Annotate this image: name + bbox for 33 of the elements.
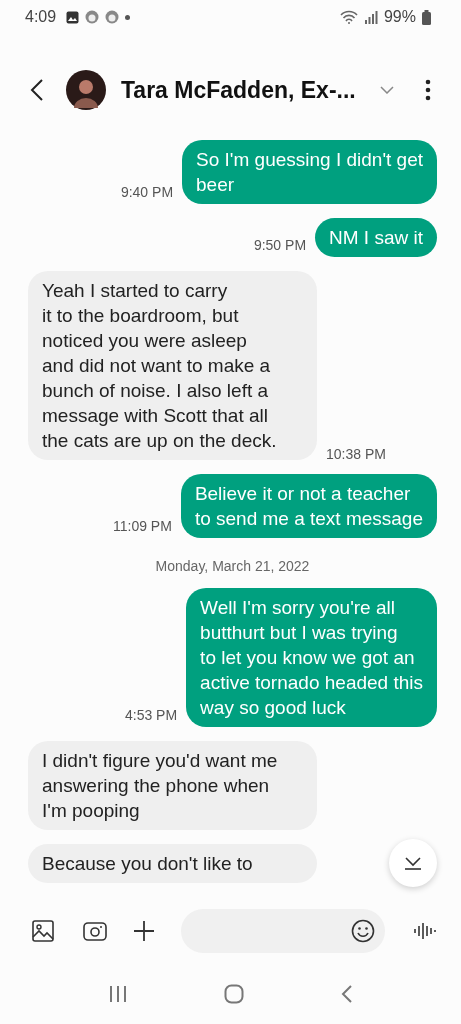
- message-time: 10:38 PM: [326, 446, 386, 464]
- message-input[interactable]: [181, 909, 385, 953]
- emoji-icon[interactable]: [351, 919, 375, 943]
- signal-icon: [363, 10, 378, 24]
- battery-icon: [422, 9, 431, 25]
- status-time: 4:09: [25, 8, 57, 26]
- notification-icon: [85, 10, 100, 24]
- message-time: 11:09 PM: [113, 518, 172, 536]
- more-icon[interactable]: [425, 79, 431, 101]
- back-icon[interactable]: [30, 78, 44, 102]
- battery-level: 99%: [383, 8, 416, 26]
- wifi-icon: [339, 10, 358, 24]
- plus-icon[interactable]: [133, 920, 155, 942]
- scroll-down-button[interactable]: [389, 839, 437, 887]
- received-message[interactable]: Yeah I started to carry it to the boardroom, but noticed you were asleep and did not want to make a bunch of noise. I also left a message with Scott that all the cats are up on the deck.: [28, 271, 317, 460]
- date-divider: Monday, March 21, 2022: [154, 558, 311, 574]
- avatar[interactable]: [66, 70, 106, 110]
- message-time: 4:53 PM: [124, 707, 178, 725]
- message-time: 9:40 PM: [120, 184, 174, 202]
- message-time: 9:50 PM: [253, 237, 307, 255]
- gallery-icon[interactable]: [32, 920, 54, 942]
- contact-name[interactable]: Tara McFadden, Ex-...: [121, 76, 380, 104]
- chevron-down-icon: [403, 856, 423, 870]
- voice-icon[interactable]: [413, 921, 437, 941]
- gallery-icon: [66, 10, 80, 24]
- camera-icon[interactable]: [83, 921, 107, 941]
- received-message[interactable]: I didn't figure you'd want me answering the phone when I'm pooping: [28, 741, 317, 830]
- dot-icon: [125, 14, 131, 20]
- notification-icon: [105, 10, 120, 24]
- received-message[interactable]: Because you don't like to: [28, 844, 317, 883]
- home-icon[interactable]: [223, 984, 244, 1004]
- recent-apps-icon[interactable]: [108, 985, 127, 1003]
- chevron-down-icon[interactable]: [380, 86, 394, 94]
